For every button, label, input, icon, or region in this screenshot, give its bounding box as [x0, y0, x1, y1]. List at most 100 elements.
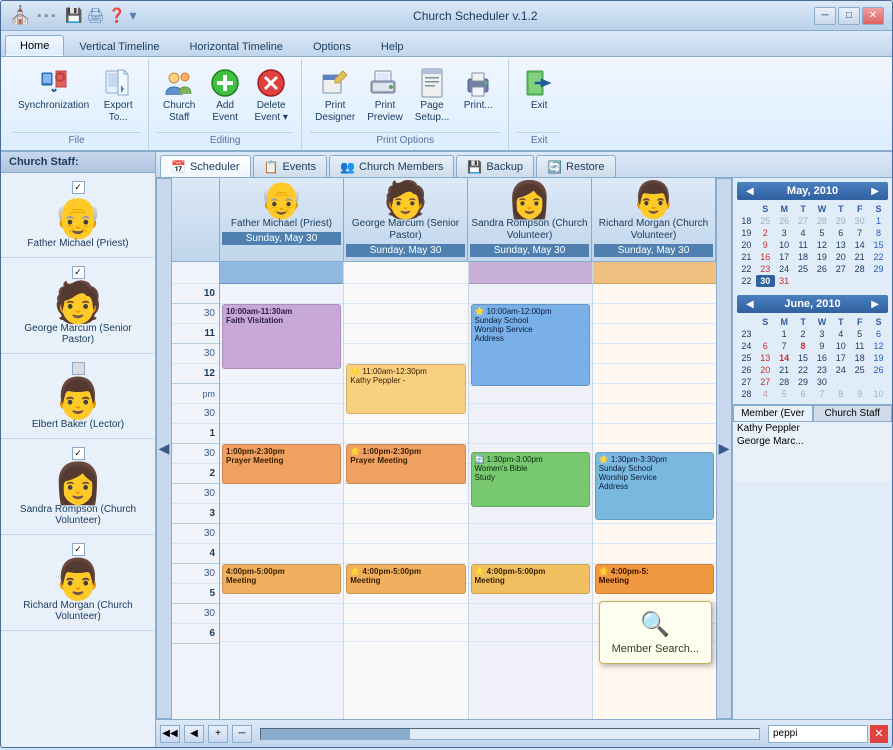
scroll-nav-left[interactable]: ◀: [156, 178, 172, 719]
cal-day[interactable]: 22: [869, 251, 888, 263]
cal-day[interactable]: 10: [775, 239, 794, 251]
cal-day[interactable]: 27: [756, 376, 775, 388]
cal-day[interactable]: 29: [869, 263, 888, 275]
tab-scheduler[interactable]: 📅 Scheduler: [160, 155, 251, 177]
export-button[interactable]: ExportTo...: [96, 63, 140, 128]
cal-day[interactable]: 18: [850, 352, 869, 364]
cal-day[interactable]: [869, 275, 888, 287]
member-list-item-george[interactable]: George Marc...: [733, 435, 892, 448]
cal-day[interactable]: 12: [813, 239, 832, 251]
nav-add-button[interactable]: +: [208, 725, 228, 743]
staff-checkbox-5[interactable]: ✓: [72, 543, 85, 556]
cal-day[interactable]: 17: [831, 352, 850, 364]
cal-day[interactable]: 23: [756, 263, 775, 275]
event-block-meeting-2[interactable]: 🌟 4:00pm-5:00pmMeeting: [471, 564, 590, 594]
cal-day[interactable]: [831, 275, 850, 287]
cal-day[interactable]: 8: [794, 340, 813, 352]
cal-day[interactable]: 14: [775, 352, 794, 364]
cal-day[interactable]: 16: [813, 352, 832, 364]
cal-day[interactable]: [756, 328, 775, 340]
cal-day[interactable]: 4: [756, 388, 775, 400]
event-block-sunday-school-2[interactable]: 🌟 10:00am-12:00pmSunday SchoolWorship Se…: [471, 304, 590, 386]
nav-first-button[interactable]: ◀◀: [160, 725, 180, 743]
member-tab-church-staff[interactable]: Church Staff: [813, 405, 893, 422]
cal-day[interactable]: 6: [831, 227, 850, 239]
cal-day[interactable]: 17: [775, 251, 794, 263]
cal-day[interactable]: 24: [831, 364, 850, 376]
cal-day[interactable]: 19: [869, 352, 888, 364]
cal-day[interactable]: 30: [850, 215, 869, 227]
member-tab-everyone[interactable]: Member (Ever: [733, 405, 813, 422]
cal-day[interactable]: 11: [850, 340, 869, 352]
cal-day[interactable]: 8: [831, 388, 850, 400]
cal-day[interactable]: 6: [756, 340, 775, 352]
print-preview-button[interactable]: PrintPreview: [362, 63, 408, 128]
cal-day[interactable]: [813, 275, 832, 287]
mini-cal-prev[interactable]: ◀: [743, 186, 757, 197]
cal-day[interactable]: 25: [850, 364, 869, 376]
mini-cal-june-next[interactable]: ▶: [868, 299, 882, 310]
minimize-button[interactable]: ─: [814, 7, 836, 25]
cal-day[interactable]: 4: [794, 227, 813, 239]
cal-day[interactable]: 9: [850, 388, 869, 400]
cal-day[interactable]: [850, 376, 869, 388]
event-block-faith[interactable]: 10:00am-11:30amFaith Visitation: [222, 304, 341, 369]
cal-day[interactable]: 22: [794, 364, 813, 376]
cal-day[interactable]: 26: [813, 263, 832, 275]
tab-restore[interactable]: 🔄 Restore: [536, 155, 615, 177]
cal-day[interactable]: 6: [794, 388, 813, 400]
maximize-button[interactable]: □: [838, 7, 860, 25]
church-staff-button[interactable]: ChurchStaff: [157, 63, 201, 128]
cal-day[interactable]: 25: [794, 263, 813, 275]
cal-day[interactable]: 9: [813, 340, 832, 352]
cal-day[interactable]: 13: [756, 352, 775, 364]
staff-checkbox-2[interactable]: ✓: [72, 266, 85, 279]
tab-horizontal-timeline[interactable]: Horizontal Timeline: [174, 36, 298, 56]
cal-day[interactable]: 21: [850, 251, 869, 263]
cal-day-today[interactable]: 30: [756, 275, 775, 287]
cal-day[interactable]: 13: [831, 239, 850, 251]
cal-day[interactable]: 4: [831, 328, 850, 340]
cal-day[interactable]: 11: [794, 239, 813, 251]
cal-day[interactable]: 15: [869, 239, 888, 251]
cal-day[interactable]: [831, 376, 850, 388]
cal-day[interactable]: 31: [775, 275, 794, 287]
cal-day[interactable]: 14: [850, 239, 869, 251]
cal-day[interactable]: 7: [850, 227, 869, 239]
close-button[interactable]: ✕: [862, 7, 884, 25]
mini-cal-june-prev[interactable]: ◀: [743, 299, 757, 310]
cal-day[interactable]: 23: [813, 364, 832, 376]
member-list-item-kathy[interactable]: Kathy Peppler: [733, 422, 892, 435]
tab-vertical-timeline[interactable]: Vertical Timeline: [64, 36, 174, 56]
tab-home[interactable]: Home: [5, 35, 64, 56]
event-block-prayer-0[interactable]: 1:00pm-2:30pmPrayer Meeting: [222, 444, 341, 484]
add-event-button[interactable]: AddEvent: [203, 63, 247, 128]
cal-day[interactable]: 5: [813, 227, 832, 239]
exit-button[interactable]: Exit: [517, 63, 561, 116]
staff-checkbox-4[interactable]: ✓: [72, 447, 85, 460]
cal-day[interactable]: 1: [775, 328, 794, 340]
page-setup-button[interactable]: PageSetup...: [410, 63, 454, 128]
cal-day[interactable]: 8: [869, 227, 888, 239]
cal-day[interactable]: 3: [775, 227, 794, 239]
tab-help[interactable]: Help: [366, 36, 419, 56]
cal-day[interactable]: 26: [775, 215, 794, 227]
cal-day[interactable]: 18: [794, 251, 813, 263]
cal-day[interactable]: 5: [850, 328, 869, 340]
cal-day[interactable]: 27: [794, 215, 813, 227]
event-block-womens-bible[interactable]: 🔄 1:30pm-3:00pmWomen's BibleStudy: [471, 452, 590, 507]
cal-day[interactable]: 3: [813, 328, 832, 340]
cal-day[interactable]: 1: [869, 215, 888, 227]
cal-day[interactable]: 29: [831, 215, 850, 227]
cal-day[interactable]: 28: [775, 376, 794, 388]
cal-day[interactable]: [794, 275, 813, 287]
cal-day[interactable]: 19: [813, 251, 832, 263]
mini-cal-next[interactable]: ▶: [868, 186, 882, 197]
tab-options[interactable]: Options: [298, 36, 366, 56]
scroll-nav-right[interactable]: ▶: [716, 178, 732, 719]
event-block-sunday-school-3[interactable]: 🌟 1:30pm-3:30pmSunday SchoolWorship Serv…: [595, 452, 714, 520]
event-block-meeting-0[interactable]: 4:00pm-5:00pmMeeting: [222, 564, 341, 594]
cal-day[interactable]: 24: [775, 263, 794, 275]
cal-day[interactable]: 28: [813, 215, 832, 227]
cal-day[interactable]: 29: [794, 376, 813, 388]
